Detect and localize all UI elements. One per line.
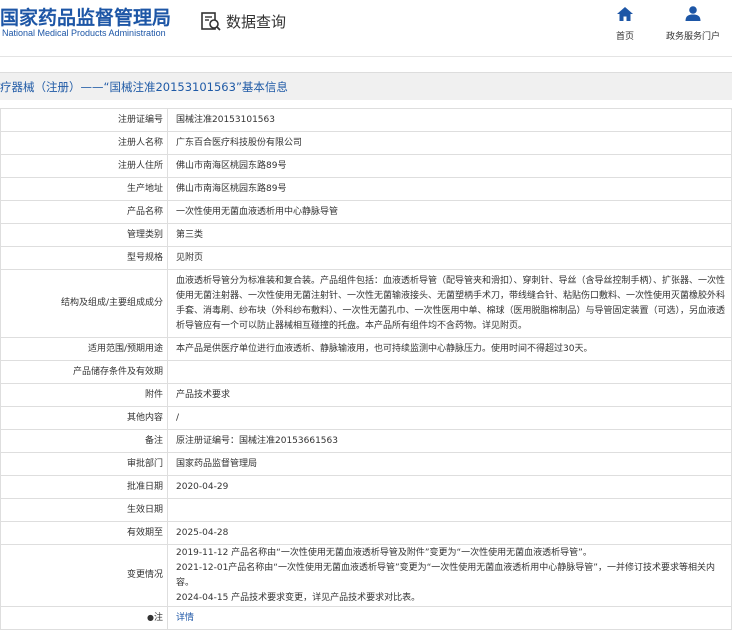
row-label: 附件 xyxy=(0,383,168,407)
row-value xyxy=(167,498,732,522)
table-row: 其他内容 / xyxy=(0,406,732,430)
table-row: 附件 产品技术要求 xyxy=(0,383,732,407)
row-label-note: ●注 xyxy=(0,606,168,630)
table-row: 管理类别 第三类 xyxy=(0,223,732,247)
row-label: 管理类别 xyxy=(0,223,168,247)
header-divider xyxy=(0,56,732,57)
row-value: 产品技术要求 xyxy=(167,383,732,407)
table-row: 生效日期 xyxy=(0,498,732,522)
record-title-bar: 疗器械（注册）——“国械注准20153101563”基本信息 xyxy=(0,72,732,100)
row-label: 变更情况 xyxy=(0,544,168,607)
table-row: 审批部门 国家药品监督管理局 xyxy=(0,452,732,476)
change-history: 2019-11-12 产品名称由“一次性使用无菌血液透析导管及附件”变更为“一次… xyxy=(167,544,732,607)
row-value: 血液透析导管分为标准装和复合装。产品组件包括：血液透析导管（配导管夹和滑扣）、穿… xyxy=(167,269,732,338)
home-icon xyxy=(617,7,633,21)
row-value: 原注册证编号：国械注准20153661563 xyxy=(167,429,732,453)
record-title: 疗器械（注册）——“国械注准20153101563”基本信息 xyxy=(0,80,288,94)
row-label: 结构及组成/主要组成成分 xyxy=(0,269,168,338)
row-label: 适用范围/预期用途 xyxy=(0,337,168,361)
nav-portal-label: 政务服务门户 xyxy=(665,32,720,42)
change-line: 2019-11-12 产品名称由“一次性使用无菌血液透析导管及附件”变更为“一次… xyxy=(176,547,592,558)
row-label: 注册人住所 xyxy=(0,154,168,178)
site-header: 国家药品监督管理局 National Medical Products Admi… xyxy=(0,0,732,50)
note-label: 注 xyxy=(153,613,163,623)
row-value: 第三类 xyxy=(167,223,732,247)
detail-link[interactable]: 详情 xyxy=(167,606,732,630)
table-row: 注册人住所 佛山市南海区桃园东路89号 xyxy=(0,154,732,178)
row-label: 注册人名称 xyxy=(0,131,168,155)
row-label: 生产地址 xyxy=(0,177,168,201)
table-row: 产品名称 一次性使用无菌血液透析用中心静脉导管 xyxy=(0,200,732,224)
nav-portal-link[interactable]: 政务服务门户 xyxy=(660,6,726,42)
row-label: 产品名称 xyxy=(0,200,168,224)
row-label: 产品储存条件及有效期 xyxy=(0,360,168,384)
row-label: 批准日期 xyxy=(0,475,168,499)
site-logo-en[interactable]: National Medical Products Administration xyxy=(2,28,166,38)
table-row: 生产地址 佛山市南海区桃园东路89号 xyxy=(0,177,732,201)
row-label: 审批部门 xyxy=(0,452,168,476)
row-value: 本产品是供医疗单位进行血液透析、静脉输液用，也可持续监测中心静脉压力。使用时间不… xyxy=(167,337,732,361)
nav-home-link[interactable]: 首页 xyxy=(610,6,640,42)
row-label: 生效日期 xyxy=(0,498,168,522)
table-row: 产品储存条件及有效期 xyxy=(0,360,732,384)
row-value: 国家药品监督管理局 xyxy=(167,452,732,476)
table-row: 备注 原注册证编号：国械注准20153661563 xyxy=(0,429,732,453)
table-row: 有效期至 2025-04-28 xyxy=(0,521,732,545)
site-logo-cn[interactable]: 国家药品监督管理局 xyxy=(0,3,171,30)
table-row: 变更情况 2019-11-12 产品名称由“一次性使用无菌血液透析导管及附件”变… xyxy=(0,544,732,607)
row-value: 2020-04-29 xyxy=(167,475,732,499)
table-row: 结构及组成/主要组成成分 血液透析导管分为标准装和复合装。产品组件包括：血液透析… xyxy=(0,269,732,338)
row-value: 国械注准20153101563 xyxy=(167,108,732,132)
row-label: 备注 xyxy=(0,429,168,453)
row-label: 型号规格 xyxy=(0,246,168,270)
row-value xyxy=(167,360,732,384)
data-query-label: 数据查询 xyxy=(226,12,287,31)
row-value: 佛山市南海区桃园东路89号 xyxy=(167,154,732,178)
row-value: / xyxy=(167,406,732,430)
row-label: 其他内容 xyxy=(0,406,168,430)
row-label: 注册证编号 xyxy=(0,108,168,132)
note-mark-icon: ● xyxy=(147,613,154,622)
user-icon xyxy=(685,6,701,21)
nav-home-label: 首页 xyxy=(615,32,634,42)
table-row: 型号规格 见附页 xyxy=(0,246,732,270)
change-line: 2021-12-01产品名称由“一次性使用无菌血液透析导管”变更为“一次性使用无… xyxy=(176,562,715,588)
change-line: 2024-04-15 产品技术要求变更，详见产品技术要求对比表。 xyxy=(176,592,421,603)
row-value: 佛山市南海区桃园东路89号 xyxy=(167,177,732,201)
table-row: 适用范围/预期用途 本产品是供医疗单位进行血液透析、静脉输液用，也可持续监测中心… xyxy=(0,337,732,361)
row-value: 广东百合医疗科技股份有限公司 xyxy=(167,131,732,155)
table-row: ●注 详情 xyxy=(0,606,732,630)
row-label: 有效期至 xyxy=(0,521,168,545)
table-row: 批准日期 2020-04-29 xyxy=(0,475,732,499)
row-value: 2025-04-28 xyxy=(167,521,732,545)
data-query-title[interactable]: 数据查询 xyxy=(200,10,286,32)
row-value: 见附页 xyxy=(167,246,732,270)
record-detail-table: 注册证编号 国械注准20153101563 注册人名称 广东百合医疗科技股份有限… xyxy=(0,108,732,630)
table-row: 注册证编号 国械注准20153101563 xyxy=(0,108,732,132)
data-query-icon xyxy=(201,12,221,31)
row-value: 一次性使用无菌血液透析用中心静脉导管 xyxy=(167,200,732,224)
table-row: 注册人名称 广东百合医疗科技股份有限公司 xyxy=(0,131,732,155)
